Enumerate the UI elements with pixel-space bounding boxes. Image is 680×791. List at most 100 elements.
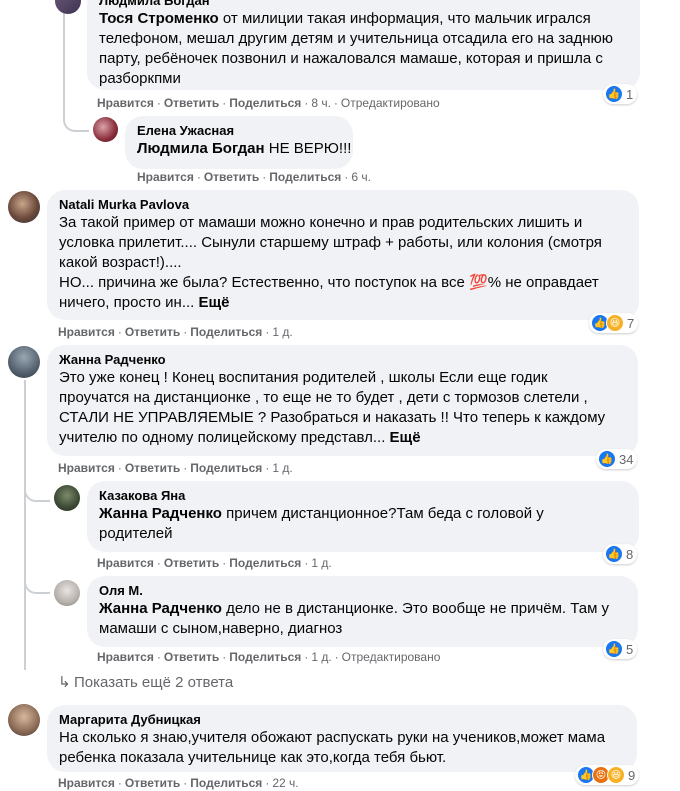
comment-bubble: Жанна Радченко Это уже конец ! Конец вос… — [47, 345, 638, 456]
comment-author[interactable]: Natali Murka Pavlova — [59, 197, 627, 213]
share-button[interactable]: Поделиться — [190, 776, 262, 790]
comment-text: ничего, просто ин... Ещё — [59, 294, 230, 311]
share-button[interactable]: Поделиться — [229, 650, 301, 664]
mention-link[interactable]: Жанна Радченко — [99, 505, 222, 522]
haha-icon: 😆 — [606, 314, 624, 332]
comment-time[interactable]: 1 д. — [311, 556, 331, 570]
comment-bubble: Маргарита Дубницкая На сколько я знаю,уч… — [47, 705, 637, 772]
reactions-summary[interactable]: 👍 8 — [603, 544, 638, 564]
comment-text: Жанна Радченко причем дистанционное?Там … — [99, 505, 544, 522]
like-button[interactable]: Нравится — [97, 96, 154, 110]
comment-text: Людмила Богдан НЕ ВЕРЮ!!! — [137, 140, 352, 157]
reply-button[interactable]: Ответить — [164, 96, 219, 110]
reactions-summary[interactable]: 👍 😡 😆 9 — [575, 765, 640, 785]
edited-label: Отредактировано — [340, 96, 440, 110]
comment-text-line: Это уже конец ! Конец воспитания родител… — [59, 369, 548, 386]
comment-author[interactable]: Людмила Богдан — [99, 0, 628, 9]
comment-text-line: проучатся на дистанционке , то еще не то… — [59, 389, 588, 406]
comment-time[interactable]: 1 д. — [272, 461, 292, 475]
like-button[interactable]: Нравится — [97, 556, 154, 570]
like-button[interactable]: Нравится — [58, 776, 115, 790]
comment-actions: Нравится · Ответить · Поделиться · 6 ч. — [137, 170, 371, 184]
see-more-link[interactable]: Ещё — [199, 294, 230, 311]
thread-connector — [24, 478, 50, 502]
thread-connector — [24, 570, 50, 594]
reactions-summary[interactable]: 👍 1 — [603, 84, 638, 104]
comment-author[interactable]: Жанна Радченко — [59, 352, 626, 368]
thread-line — [63, 0, 65, 112]
see-more-link[interactable]: Ещё — [390, 429, 421, 446]
comment-bubble: Казакова Яна Жанна Радченко причем диста… — [87, 481, 639, 552]
thread-line — [24, 380, 26, 670]
edited-label: Отредактировано — [341, 650, 441, 664]
reply-button[interactable]: Ответить — [164, 650, 219, 664]
avatar[interactable] — [8, 346, 40, 378]
comment-time[interactable]: 1 д. — [272, 325, 292, 339]
avatar[interactable] — [55, 0, 81, 14]
like-button[interactable]: Нравится — [58, 325, 115, 339]
avatar[interactable] — [8, 704, 40, 736]
comment-time[interactable]: 22 ч. — [272, 776, 298, 790]
reply-button[interactable]: Ответить — [125, 325, 180, 339]
like-icon: 👍 — [605, 545, 623, 563]
reply-button[interactable]: Ответить — [204, 170, 259, 184]
comment-text: Тося Строменко от милиции такая информац… — [99, 10, 591, 27]
haha-icon: 😆 — [607, 766, 625, 784]
reactions-summary[interactable]: 👍 5 — [603, 639, 638, 659]
reactions-summary[interactable]: 👍 34 — [596, 449, 638, 469]
avatar[interactable] — [54, 580, 80, 606]
share-button[interactable]: Поделиться — [229, 96, 301, 110]
like-button[interactable]: Нравится — [97, 650, 154, 664]
like-button[interactable]: Нравится — [58, 461, 115, 475]
comment-text: учителю по одному полицейскому представл… — [59, 429, 421, 446]
comment-time[interactable]: 8 ч. — [311, 96, 331, 110]
comment-actions: Нравится · Ответить · Поделиться · 1 д. — [58, 461, 293, 475]
like-button[interactable]: Нравится — [137, 170, 194, 184]
reactions-summary[interactable]: 👍 😆 7 — [589, 313, 639, 333]
comment-text-line: разборкпми — [99, 70, 181, 87]
comment-actions: Нравится · Ответить · Поделиться · 1 д. — [58, 325, 293, 339]
comment-text: Жанна Радченко дело не в дистанционке. Э… — [99, 600, 610, 617]
comment-bubble: Людмила Богдан Тося Строменко от милиции… — [87, 0, 640, 90]
reply-arrow-icon: ↳ — [58, 674, 71, 691]
avatar[interactable] — [93, 117, 118, 142]
mention-link[interactable]: Жанна Радченко — [99, 600, 222, 617]
comment-author[interactable]: Казакова Яна — [99, 488, 627, 504]
comment-author[interactable]: Елена Ужасная — [137, 123, 341, 139]
share-button[interactable]: Поделиться — [190, 325, 262, 339]
comment-text-line: мамаши с сыном,наверно, диагноз — [99, 620, 343, 637]
comment-text-line: ребенка показала учительнице как это,ког… — [59, 749, 447, 766]
comment-actions: Нравится · Ответить · Поделиться · 22 ч. — [58, 776, 299, 790]
comment-author[interactable]: Маргарита Дубницкая — [59, 712, 625, 728]
share-button[interactable]: Поделиться — [269, 170, 341, 184]
comment-text-line: какой возраст!).... — [59, 254, 182, 271]
comment-bubble: Елена Ужасная Людмила Богдан НЕ ВЕРЮ!!! — [125, 116, 353, 169]
mention-link[interactable]: Людмила Богдан — [137, 140, 265, 157]
share-button[interactable]: Поделиться — [229, 556, 301, 570]
comment-time[interactable]: 1 д. — [311, 650, 331, 664]
share-button[interactable]: Поделиться — [190, 461, 262, 475]
comment-text-line: условка прилетит.... Сынули старшему штр… — [59, 234, 602, 251]
comment-actions: Нравится · Ответить · Поделиться · 1 д. — [97, 556, 332, 570]
comment-author[interactable]: Оля М. — [99, 583, 626, 599]
comment-actions: Нравится · Ответить · Поделиться · 1 д. · Отреда… — [97, 650, 441, 664]
comment-bubble: Оля М. Жанна Радченко дело не в дистанци… — [87, 576, 638, 647]
avatar[interactable] — [8, 191, 40, 223]
comment-text: НО... причина же была? Естественно, что … — [59, 274, 599, 291]
like-icon: 👍 — [605, 640, 623, 658]
reply-button[interactable]: Ответить — [164, 556, 219, 570]
comment-text-line: За такой пример от мамаши можно конечно … — [59, 214, 583, 231]
hundred-points-icon: 💯 — [469, 274, 488, 291]
like-icon: 👍 — [598, 450, 616, 468]
comment-time[interactable]: 6 ч. — [351, 170, 371, 184]
show-more-replies-button[interactable]: ↳ Показать ещё 2 ответа — [58, 673, 233, 693]
thread-connector — [63, 108, 89, 132]
like-icon: 👍 — [605, 85, 623, 103]
reply-button[interactable]: Ответить — [125, 776, 180, 790]
avatar[interactable] — [54, 485, 80, 511]
comment-text-line: парту, ребёночек позвонил и нажаловался … — [99, 50, 603, 67]
mention-link[interactable]: Тося Строменко — [99, 10, 219, 27]
reply-button[interactable]: Ответить — [125, 461, 180, 475]
comment-text-line: СТАЛИ НЕ УПРАВЛЯЕМЫЕ ? Разобраться и нак… — [59, 409, 606, 426]
comment-text-line: На сколько я знаю,учителя обожают распус… — [59, 729, 606, 746]
